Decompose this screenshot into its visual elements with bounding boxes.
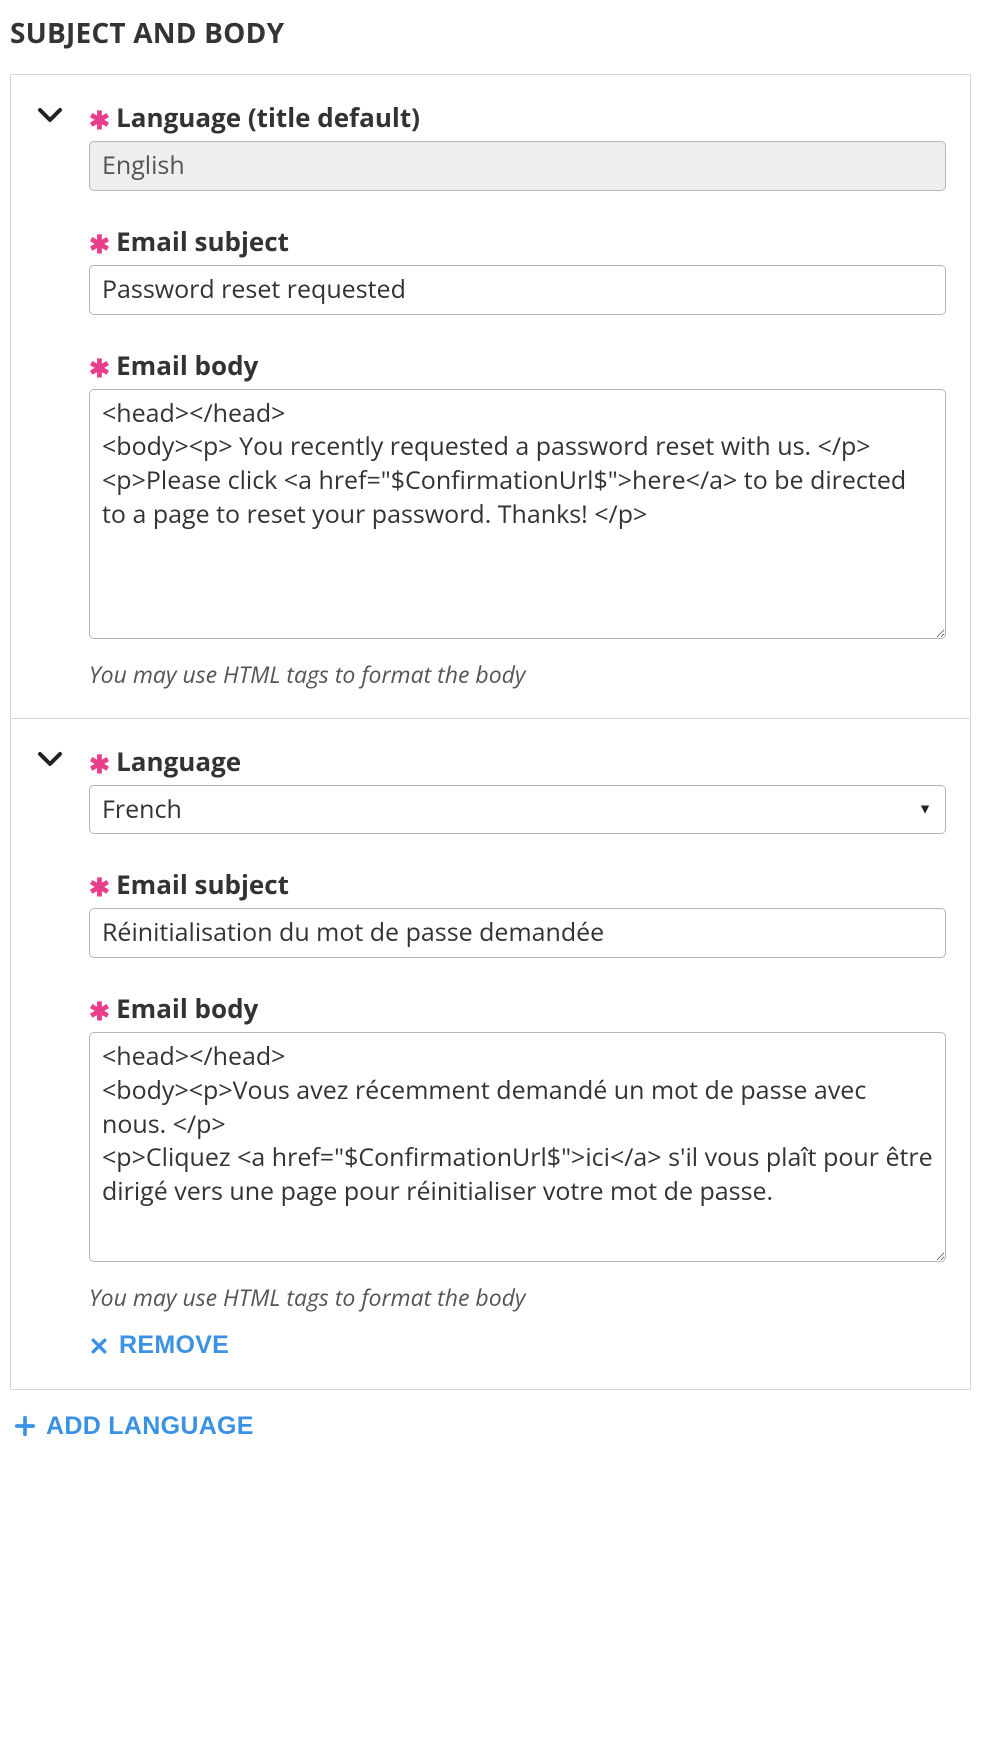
- remove-label: REMOVE: [119, 1331, 229, 1360]
- section-title: SUBJECT AND BODY: [10, 14, 971, 52]
- body-field: ✱ Email body You may use HTML tags to fo…: [89, 990, 946, 1361]
- chevron-down-icon[interactable]: [35, 744, 89, 774]
- body-textarea[interactable]: [89, 389, 946, 639]
- subject-input[interactable]: [89, 265, 946, 315]
- close-icon: [89, 1336, 109, 1356]
- required-asterisk: ✱: [89, 752, 110, 777]
- language-block: ✱ Language (title default) English ✱ Ema…: [11, 75, 970, 718]
- body-label: Email body: [116, 347, 258, 383]
- required-asterisk: ✱: [89, 108, 110, 133]
- subject-body-panel: ✱ Language (title default) English ✱ Ema…: [10, 74, 971, 1390]
- required-asterisk: ✱: [89, 232, 110, 257]
- add-language-label: ADD LANGUAGE: [46, 1412, 254, 1441]
- subject-field: ✱ Email subject: [89, 223, 946, 315]
- subject-label: Email subject: [116, 866, 289, 902]
- add-language-button[interactable]: ADD LANGUAGE: [14, 1412, 254, 1441]
- subject-label: Email subject: [116, 223, 289, 259]
- required-asterisk: ✱: [89, 999, 110, 1024]
- body-textarea[interactable]: [89, 1032, 946, 1262]
- body-label: Email body: [116, 990, 258, 1026]
- language-label: Language: [116, 743, 241, 779]
- language-select[interactable]: French: [89, 785, 946, 835]
- required-asterisk: ✱: [89, 875, 110, 900]
- required-asterisk: ✱: [89, 356, 110, 381]
- language-field: ✱ Language French ▼: [89, 743, 946, 835]
- language-label: Language (title default): [116, 99, 420, 135]
- plus-icon: [14, 1415, 36, 1437]
- subject-input[interactable]: [89, 908, 946, 958]
- body-hint: You may use HTML tags to format the body: [89, 658, 946, 690]
- remove-button[interactable]: REMOVE: [89, 1331, 229, 1360]
- language-input-disabled: English: [89, 141, 946, 191]
- body-field: ✱ Email body You may use HTML tags to fo…: [89, 347, 946, 690]
- subject-field: ✱ Email subject: [89, 866, 946, 958]
- chevron-down-icon[interactable]: [35, 100, 89, 130]
- language-block: ✱ Language French ▼ ✱ Email subject: [11, 718, 970, 1389]
- body-hint: You may use HTML tags to format the body: [89, 1281, 946, 1313]
- language-field: ✱ Language (title default) English: [89, 99, 946, 191]
